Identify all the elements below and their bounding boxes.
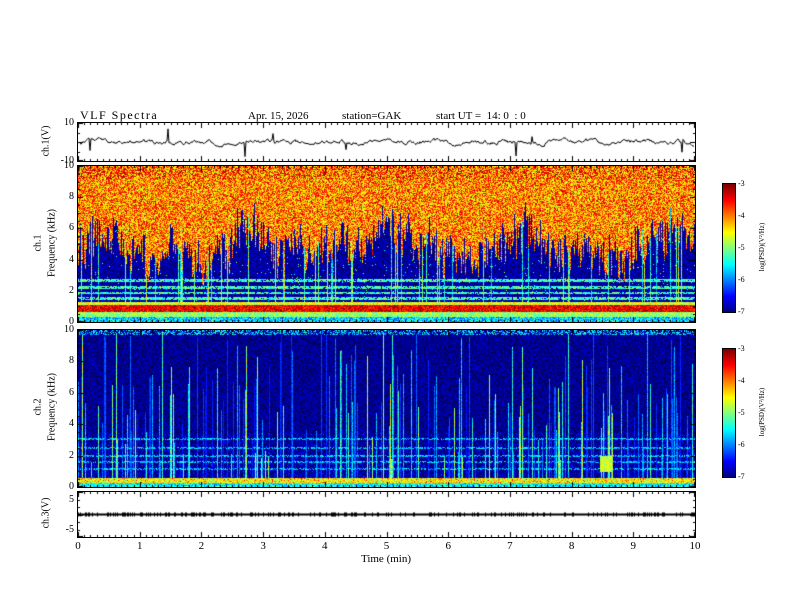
colorbar-tick-label: -3 [738, 344, 745, 353]
ch1-waveform-canvas [78, 123, 695, 161]
ch1-spectrogram-canvas [78, 166, 695, 322]
figure-title: VLF Spectra [80, 108, 159, 122]
x-tick-label: 4 [322, 540, 328, 552]
colorbar-tick-label: -6 [738, 440, 745, 449]
colorbar-tick-label: -7 [738, 472, 745, 481]
x-tick-label: 1 [136, 540, 143, 552]
x-tick-label: 8 [568, 540, 575, 552]
header-date: Apr. 15, 2026 [248, 110, 309, 122]
y-tick-label: 4 [69, 418, 74, 430]
colorbar-tick-label: -4 [738, 376, 745, 385]
x-tick-label: 6 [445, 540, 451, 552]
colorbar-tick-label: -3 [738, 179, 745, 188]
ch1-colorbar [722, 183, 736, 313]
y-tick-label: 2 [69, 284, 74, 296]
x-tick-label: 0 [75, 540, 81, 552]
header-station: station=GAK [342, 110, 402, 122]
colorbar-tick-label: -5 [738, 243, 745, 252]
ch3-waveform-panel [77, 491, 696, 538]
y-tick-label: 6 [69, 222, 74, 234]
y-tick-label: 8 [69, 355, 74, 367]
colorbar-tick-label: -6 [738, 275, 745, 284]
header-start-ut: start UT = 14: 0 : 0 [436, 110, 526, 122]
y-tick-label: 0 [69, 481, 74, 492]
ch1-waveform-panel [77, 122, 696, 162]
colorbar-tick-label: -7 [738, 307, 745, 316]
ch2-spectrogram-canvas [78, 330, 695, 487]
y-tick-label: 10 [64, 117, 74, 128]
y-tick-label: 4 [69, 253, 74, 265]
ch2-colorbar-canvas [723, 349, 735, 477]
ch1-spectrogram-panel [77, 165, 696, 323]
y-tick-label: 2 [69, 449, 74, 461]
vlf-spectra-figure: VLF Spectra Apr. 15, 2026 station=GAK st… [0, 0, 792, 612]
y-tick-label: 8 [69, 191, 74, 203]
ch2-colorbar [722, 348, 736, 478]
ch3-waveform-canvas [78, 492, 695, 537]
y-tick-label: -5 [65, 523, 74, 535]
y-tick-label: 10 [64, 160, 74, 171]
x-tick-label: 3 [260, 540, 266, 552]
x-tick-label: 9 [630, 540, 637, 552]
colorbar-tick-label: -5 [738, 408, 745, 417]
x-tick-label: 2 [198, 540, 205, 552]
x-axis-label: Time (min) [360, 553, 412, 565]
ch2-spectrogram-panel [77, 329, 696, 488]
y-tick-label: 10 [64, 324, 74, 335]
x-tick-label: 10 [689, 540, 701, 552]
colorbar-tick-label: -4 [738, 211, 745, 220]
y-tick-label: 5 [69, 493, 74, 505]
x-tick-label: 7 [507, 540, 513, 552]
ch1-colorbar-canvas [723, 184, 735, 312]
y-tick-label: 6 [69, 386, 74, 398]
x-tick-label: 5 [383, 540, 390, 552]
